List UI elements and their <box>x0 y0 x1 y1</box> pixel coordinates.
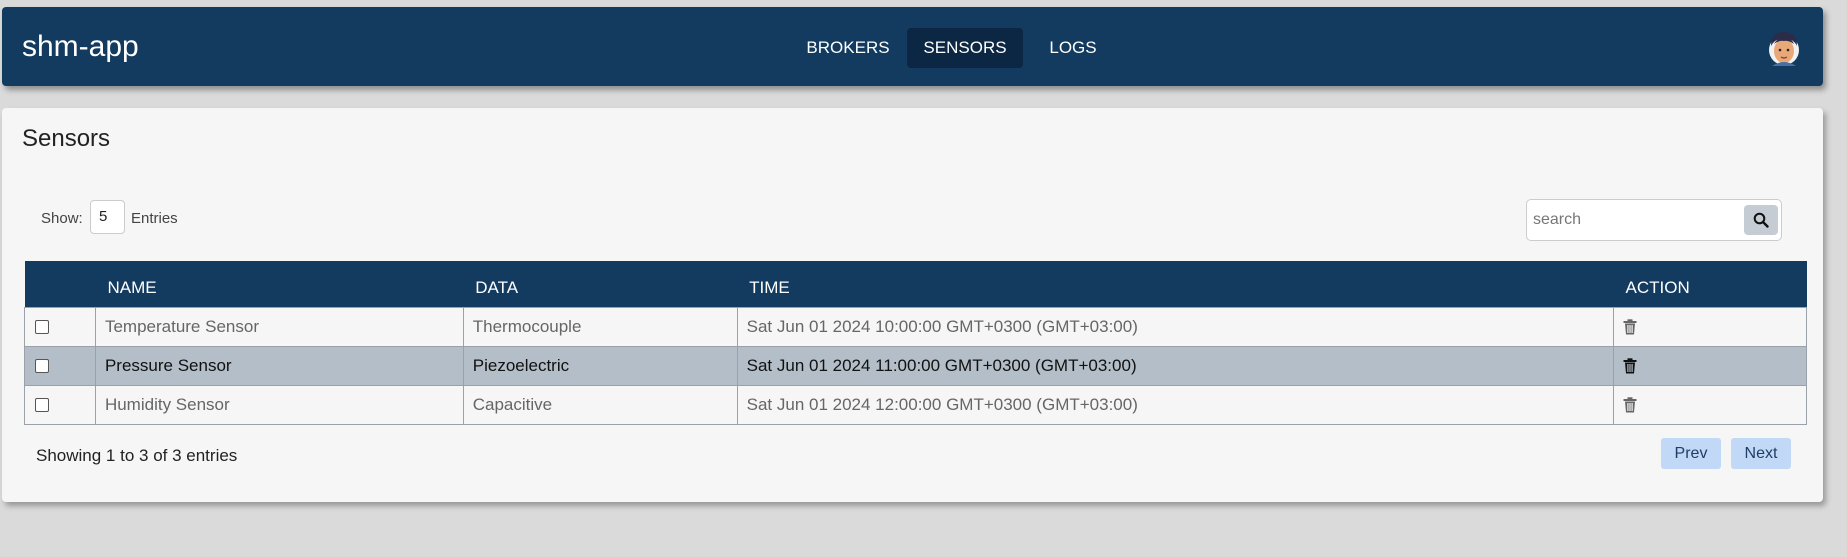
trash-icon[interactable] <box>1623 358 1637 374</box>
prev-button[interactable]: Prev <box>1661 438 1721 469</box>
magnifier-icon <box>1753 212 1769 228</box>
header-time[interactable]: TIME <box>737 261 1614 307</box>
header-name[interactable]: NAME <box>95 261 464 307</box>
nav-item-sensors[interactable]: SENSORS <box>907 28 1023 68</box>
trash-icon[interactable] <box>1623 397 1637 413</box>
sensor-data: Capacitive <box>462 384 738 425</box>
row-checkbox[interactable] <box>35 320 49 335</box>
sensor-time: Sat Jun 01 2024 12:00:00 GMT+0300 (GMT+0… <box>736 384 1615 425</box>
sensors-card: Sensors Show: 5 Entries NAME DATA TIME <box>2 108 1823 502</box>
table-header-row: NAME DATA TIME ACTION <box>24 261 1807 307</box>
top-navbar: shm-app BROKERS SENSORS LOGS <box>2 7 1823 86</box>
search-button[interactable] <box>1744 205 1778 235</box>
table-row[interactable]: Temperature Sensor Thermocouple Sat Jun … <box>24 306 1807 347</box>
search-box <box>1526 199 1782 241</box>
page-size-input[interactable]: 5 <box>90 200 125 234</box>
sensor-data: Piezoelectric <box>462 345 738 386</box>
sensor-name: Temperature Sensor <box>94 306 464 347</box>
nav-links: BROKERS SENSORS LOGS <box>2 7 1823 86</box>
sensor-data: Thermocouple <box>462 306 738 347</box>
action-cell <box>1613 306 1807 347</box>
user-avatar-icon[interactable] <box>1766 28 1802 68</box>
nav-item-logs[interactable]: LOGS <box>1031 28 1115 68</box>
entries-label: Entries <box>131 210 178 227</box>
row-checkbox[interactable] <box>35 398 49 413</box>
next-button[interactable]: Next <box>1731 438 1791 469</box>
sensors-table: NAME DATA TIME ACTION Temperature Sensor… <box>24 261 1807 425</box>
show-label: Show: <box>41 210 83 227</box>
table-row[interactable]: Pressure Sensor Piezoelectric Sat Jun 01… <box>24 345 1807 386</box>
search-input[interactable] <box>1529 204 1729 236</box>
row-select-cell <box>24 345 96 386</box>
row-select-cell <box>24 306 96 347</box>
sensor-time: Sat Jun 01 2024 11:00:00 GMT+0300 (GMT+0… <box>736 345 1615 386</box>
action-cell <box>1613 345 1807 386</box>
nav-item-brokers[interactable]: BROKERS <box>797 28 899 68</box>
header-action: ACTION <box>1613 261 1807 307</box>
trash-icon[interactable] <box>1623 319 1637 335</box>
page-title: Sensors <box>22 125 111 152</box>
action-cell <box>1613 384 1807 425</box>
row-checkbox[interactable] <box>35 359 49 374</box>
entries-summary: Showing 1 to 3 of 3 entries <box>36 446 238 465</box>
table-row[interactable]: Humidity Sensor Capacitive Sat Jun 01 20… <box>24 384 1807 425</box>
header-data[interactable]: DATA <box>463 261 738 307</box>
sensor-name: Humidity Sensor <box>94 384 464 425</box>
sensor-time: Sat Jun 01 2024 10:00:00 GMT+0300 (GMT+0… <box>736 306 1615 347</box>
header-select <box>24 261 96 307</box>
sensor-name: Pressure Sensor <box>94 345 464 386</box>
row-select-cell <box>24 384 96 425</box>
